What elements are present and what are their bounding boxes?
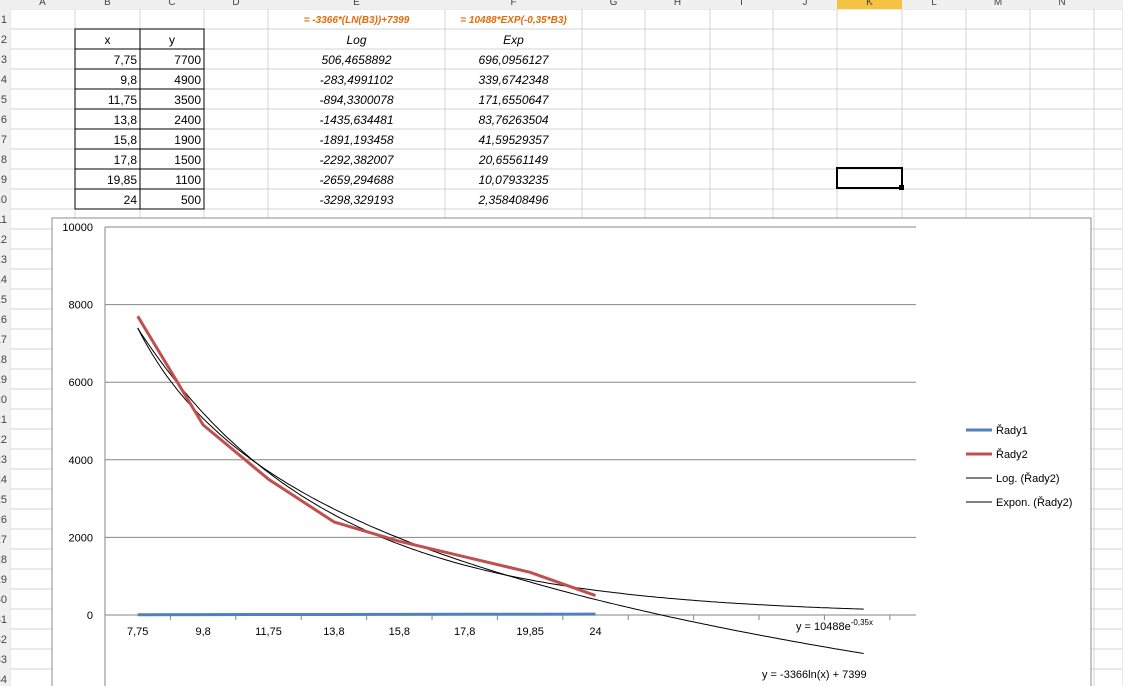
x-tick-label: 13,8 xyxy=(323,626,344,638)
x-tick-label: 15,8 xyxy=(389,626,410,638)
y-tick-label: 6000 xyxy=(69,377,93,389)
legend-label: Expon. (Řady2) xyxy=(996,496,1072,509)
x-tick-label: 17,8 xyxy=(454,626,475,638)
y-tick-label: 10000 xyxy=(62,222,93,234)
chart-area[interactable]: 10000 8000 6000 4000 2000 0 7,75 9,8 11,75 13,8 15… xyxy=(0,0,1123,686)
y-tick-label: 4000 xyxy=(69,455,93,467)
equation-log[interactable]: y = -3366ln(x) + 7399 xyxy=(762,669,867,681)
series-line-1[interactable] xyxy=(137,612,596,617)
x-tick-label: 11,75 xyxy=(255,626,282,638)
legend-label: Řady2 xyxy=(996,448,1028,461)
x-tick-label: 9,8 xyxy=(195,626,210,638)
y-tick-label: 0 xyxy=(87,610,93,622)
legend-label: Řady1 xyxy=(996,424,1028,437)
x-tick-label: 7,75 xyxy=(127,626,148,638)
x-tick-label: 19,85 xyxy=(516,626,544,638)
legend-label: Log. (Řady2) xyxy=(996,472,1060,485)
y-tick-label: 8000 xyxy=(69,300,93,312)
x-tick-label: 24 xyxy=(589,626,601,638)
y-tick-label: 2000 xyxy=(69,532,93,544)
